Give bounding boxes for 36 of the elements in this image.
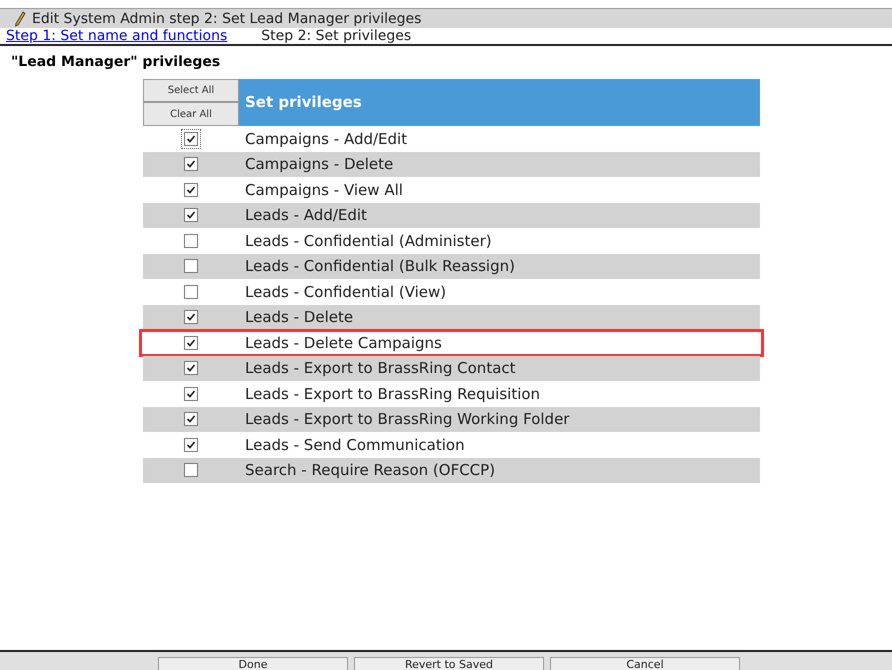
footer-button[interactable]: Revert to Saved bbox=[354, 657, 544, 670]
privilege-label: Leads - Delete bbox=[244, 307, 354, 328]
footer-button[interactable]: Done bbox=[158, 657, 348, 670]
check-icon bbox=[186, 338, 196, 348]
select-all-button[interactable]: Select All bbox=[143, 79, 239, 102]
current-step-tab[interactable]: Step 2: Set privileges bbox=[261, 29, 412, 43]
privilege-label: Leads - Export to BrassRing Contact bbox=[244, 358, 516, 379]
clear-all-button[interactable]: Clear All bbox=[143, 102, 239, 126]
privilege-label: Leads - Export to BrassRing Working Folder bbox=[244, 409, 570, 430]
check-icon bbox=[186, 312, 196, 322]
check-icon bbox=[186, 210, 196, 220]
step-link[interactable]: Step 1: Set name and functions bbox=[6, 29, 228, 43]
window-title: Edit System Admin step 2: Set Lead Manager privileges bbox=[32, 12, 422, 26]
pencil-icon bbox=[14, 10, 26, 26]
privilege-label: Leads - Delete Campaigns bbox=[244, 332, 442, 354]
privilege-label: Leads - Confidential (Bulk Reassign) bbox=[244, 256, 515, 277]
privilege-label: Leads - Confidential (Administer) bbox=[244, 230, 492, 252]
privilege-label: Leads - Export to BrassRing Requisition bbox=[244, 384, 540, 404]
privilege-label: Leads - Confidential (View) bbox=[244, 282, 446, 302]
check-icon bbox=[186, 363, 196, 374]
check-icon bbox=[186, 388, 196, 399]
checkbox[interactable] bbox=[181, 128, 201, 149]
check-icon bbox=[186, 440, 196, 450]
check-icon bbox=[186, 184, 196, 195]
check-icon bbox=[186, 159, 196, 170]
page-heading: "Lead Manager" privileges bbox=[10, 55, 222, 69]
check-icon bbox=[186, 134, 196, 144]
privilege-label: Campaigns - View All bbox=[244, 180, 403, 200]
privilege-label: Campaigns - Add/Edit bbox=[244, 128, 408, 150]
check-icon bbox=[186, 414, 196, 424]
privilege-label: Leads - Add/Edit bbox=[244, 205, 367, 226]
privilege-label: Leads - Send Communication bbox=[244, 434, 465, 456]
table-header: Set privileges bbox=[239, 79, 760, 126]
privilege-label: Search - Require Reason (OFCCP) bbox=[244, 460, 496, 481]
privilege-label: Campaigns - Delete bbox=[244, 154, 394, 175]
footer-button[interactable]: Cancel bbox=[550, 657, 740, 670]
